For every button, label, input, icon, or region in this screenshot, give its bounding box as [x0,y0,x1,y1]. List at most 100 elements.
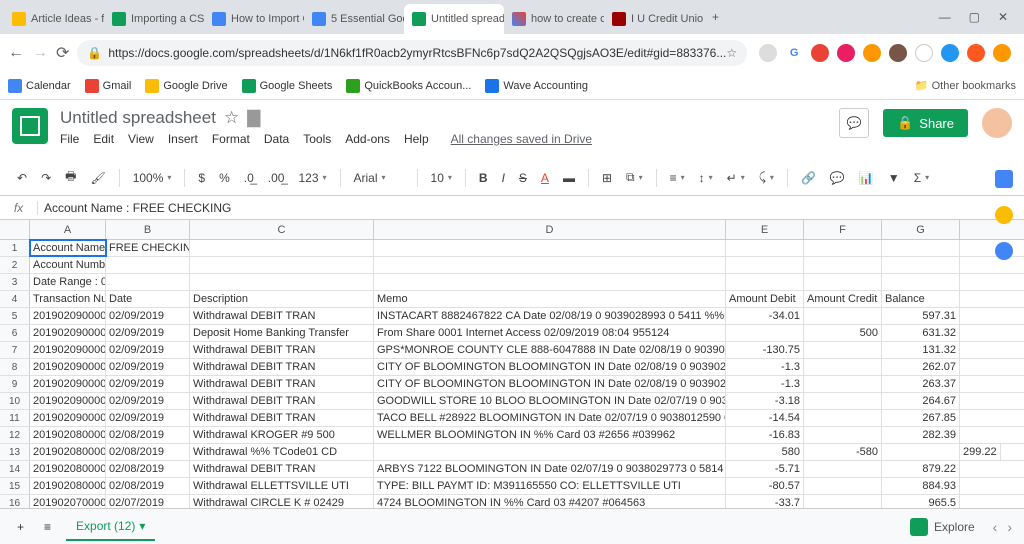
table-row[interactable]: 122019020800000002/08/2019Withdrawal KRO… [0,427,1024,444]
rotate-button[interactable]: ⤹ [754,167,779,188]
explore-button[interactable]: Explore [910,518,975,536]
table-row[interactable]: 2Account Number : 31142087K0051 [0,257,1024,274]
cell[interactable]: 131.32 [882,342,960,358]
cell[interactable]: 20190208000000 [30,427,106,443]
chart-button[interactable]: 📊 [854,168,879,188]
currency-button[interactable]: $ [193,168,210,188]
row-header[interactable]: 14 [0,461,30,477]
cell[interactable] [804,478,882,494]
doc-title[interactable]: Untitled spreadsheet [60,108,216,128]
cell[interactable]: 264.67 [882,393,960,409]
table-row[interactable]: 72019020900000002/09/2019Withdrawal DEBI… [0,342,1024,359]
table-row[interactable]: 92019020900000002/09/2019Withdrawal DEBI… [0,376,1024,393]
formula-input[interactable]: Account Name : FREE CHECKING [38,201,1024,215]
cell[interactable]: Memo [374,291,726,307]
cell[interactable] [804,461,882,477]
cell[interactable]: -580 [804,444,882,460]
cell[interactable]: 02/09/2019 [106,393,190,409]
ext-icon[interactable] [967,44,985,62]
cell[interactable]: -14.54 [726,410,804,426]
cell[interactable]: Withdrawal DEBIT TRAN [190,359,374,375]
cell[interactable]: 02/09/2019 [106,410,190,426]
row-header[interactable]: 5 [0,308,30,324]
menu-file[interactable]: File [60,132,79,146]
cell[interactable]: Account Name : [30,240,106,256]
h-align-button[interactable]: ≡ [665,168,690,188]
cell[interactable]: Withdrawal DEBIT TRAN [190,410,374,426]
cell[interactable] [374,444,726,460]
undo-button[interactable]: ↶ [12,168,32,188]
table-row[interactable]: 3Date Range : 01/01/2019-02/09/2019 [0,274,1024,291]
cell[interactable]: ARBYS 7122 BLOOMINGTON IN Date 02/07/19 … [374,461,726,477]
cell[interactable] [726,240,804,256]
paint-format-button[interactable]: 🖌 [85,168,110,188]
ext-icon[interactable]: G [785,44,803,62]
cell[interactable]: -1.3 [726,376,804,392]
cell[interactable] [882,240,960,256]
row-header[interactable]: 10 [0,393,30,409]
cell[interactable]: 282.39 [882,427,960,443]
table-row[interactable]: 82019020900000002/09/2019Withdrawal DEBI… [0,359,1024,376]
redo-button[interactable]: ↷ [36,168,56,188]
fill-color-button[interactable]: ▬ [558,168,580,188]
cell[interactable]: Withdrawal DEBIT TRAN [190,342,374,358]
cell[interactable] [804,257,882,273]
tab-0[interactable]: Article Ideas - fo× [4,4,104,34]
cell[interactable]: From Share 0001 Internet Access 02/09/20… [374,325,726,341]
cell[interactable]: Description [190,291,374,307]
bookmark-quickbooks[interactable]: QuickBooks Accoun... [346,79,471,93]
cell[interactable]: Transaction Num [30,291,106,307]
comments-button[interactable]: 💬 [839,108,869,138]
menu-addons[interactable]: Add-ons [345,132,390,146]
cell[interactable] [804,274,882,290]
cell[interactable] [190,257,374,273]
url-bar[interactable]: 🔒 https://docs.google.com/spreadsheets/d… [77,40,747,66]
cell[interactable]: -16.83 [726,427,804,443]
row-header[interactable]: 13 [0,444,30,460]
cell[interactable] [374,240,726,256]
cell[interactable] [726,257,804,273]
account-avatar[interactable] [982,108,1012,138]
cell[interactable] [804,427,882,443]
ext-icon[interactable] [759,44,777,62]
row-header[interactable]: 12 [0,427,30,443]
row-header[interactable]: 4 [0,291,30,307]
more-formats-button[interactable]: 123 [293,168,331,188]
font-size-select[interactable]: 10 [426,168,457,188]
cell[interactable]: 20190209000000 [30,410,106,426]
menu-help[interactable]: Help [404,132,429,146]
forward-button[interactable]: → [32,44,48,62]
close-window-icon[interactable]: ✕ [998,10,1008,24]
cell[interactable] [190,274,374,290]
cell[interactable] [804,393,882,409]
menu-edit[interactable]: Edit [93,132,114,146]
reload-button[interactable]: ⟳ [56,43,69,63]
cell[interactable]: -80.57 [726,478,804,494]
bookmark-wave[interactable]: Wave Accounting [485,79,588,93]
cell[interactable]: 02/09/2019 [106,359,190,375]
cell[interactable]: Balance [882,291,960,307]
cell[interactable]: GOODWILL STORE 10 BLOO BLOOMINGTON IN Da… [374,393,726,409]
cell[interactable] [882,274,960,290]
fx-icon[interactable]: fx [0,201,38,215]
cell[interactable]: Withdrawal DEBIT TRAN [190,461,374,477]
cell[interactable] [882,444,960,460]
col-header-E[interactable]: E [726,220,804,239]
cell[interactable]: 02/08/2019 [106,427,190,443]
other-bookmarks[interactable]: 📁 Other bookmarks [915,79,1016,92]
cell[interactable]: CITY OF BLOOMINGTON BLOOMINGTON IN Date … [374,376,726,392]
row-header[interactable]: 15 [0,478,30,494]
cell[interactable] [374,274,726,290]
row-header[interactable]: 3 [0,274,30,290]
cell[interactable]: 884.93 [882,478,960,494]
cell[interactable]: GPS*MONROE COUNTY CLE 888-6047888 IN Dat… [374,342,726,358]
tab-2[interactable]: How to Import C× [204,4,304,34]
ext-icon[interactable] [811,44,829,62]
row-header[interactable]: 6 [0,325,30,341]
cell[interactable]: 02/09/2019 [106,376,190,392]
cell[interactable] [804,359,882,375]
cell[interactable]: 20190209000000 [30,325,106,341]
bookmark-star-icon[interactable]: ☆ [726,46,737,60]
col-header-F[interactable]: F [804,220,882,239]
minimize-icon[interactable]: — [939,10,951,24]
